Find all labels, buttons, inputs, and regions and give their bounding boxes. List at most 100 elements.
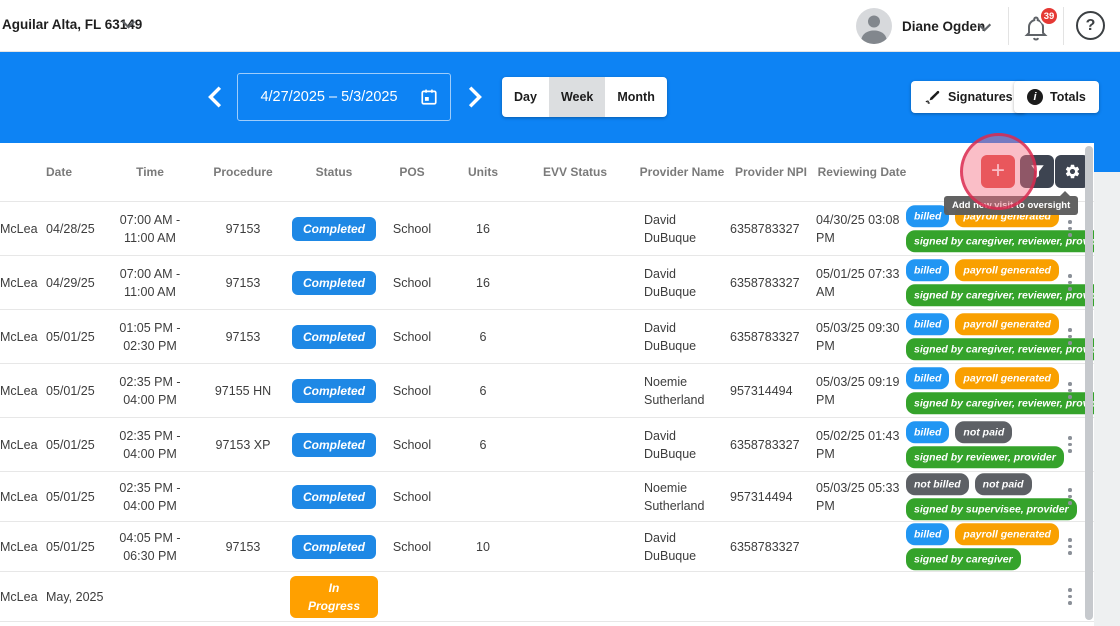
badge-billed: billed (906, 259, 950, 282)
column-header-pos: POS (399, 165, 425, 179)
kebab-dot (1068, 328, 1072, 332)
cell-procedure: 97153 XP (215, 437, 271, 452)
cell-badges: billed payroll generated signed by caregiv… (906, 311, 1116, 363)
cell-status: Completed (290, 324, 378, 349)
chevron-down-icon[interactable] (976, 19, 993, 41)
cell-date: 05/01/25 (46, 383, 95, 398)
column-header-status: Status (315, 165, 353, 179)
kebab-dot (1068, 395, 1072, 399)
column-header-date: Date (46, 165, 73, 179)
kebab-dot (1068, 388, 1072, 393)
right-gutter (1094, 172, 1120, 626)
time-line: 11:00 AM (124, 230, 176, 245)
kebab-dot (1068, 334, 1072, 339)
cell-units: 6 (479, 329, 487, 344)
kebab-dot (1068, 287, 1072, 291)
cell-procedure: 97153 (225, 275, 261, 290)
cell-reviewing-date: 05/01/25 07:33 AM (816, 265, 910, 301)
table-row: McLean May, 2025 In Progress (0, 572, 1094, 622)
kebab-dot (1068, 601, 1072, 605)
cell-client-name: McLean (0, 539, 38, 554)
cell-status: Completed (290, 216, 378, 241)
table-row: McLean 04/29/25 07:00 AM - 11:00 AM 97153 Com… (0, 256, 1116, 310)
time-line: 07:00 AM - (119, 212, 181, 227)
user-menu-label[interactable]: Diane Ogden (902, 19, 985, 34)
table-body: McLean 04/28/25 07:00 AM - 11:00 AM 97153 Com… (0, 202, 1116, 622)
time-line: 11:00 AM (124, 284, 176, 299)
row-menu-button[interactable] (1058, 432, 1082, 458)
filter-button[interactable] (1020, 155, 1054, 188)
badge-line: signed by caregiver, reviewer, provider (906, 229, 1116, 252)
badge-billed: billed (906, 313, 950, 336)
badge-line: billed payroll generated (906, 523, 1059, 546)
view-toggle-month[interactable]: Month (605, 77, 666, 117)
previous-week-button[interactable] (206, 83, 226, 111)
totals-button[interactable]: i Totals (1014, 81, 1099, 113)
calendar-icon (420, 88, 438, 106)
cell-pos: School (392, 489, 432, 504)
cell-reviewing-date: 05/02/25 01:43 PM (816, 427, 910, 463)
add-visit-button[interactable]: + (981, 155, 1015, 188)
badge-line: billed payroll generated (906, 313, 1059, 336)
row-menu-button[interactable] (1058, 484, 1082, 510)
reviewing-date-line: 05/03/25 09:19 (816, 374, 900, 389)
help-button[interactable]: ? (1076, 11, 1105, 40)
settings-button[interactable] (1055, 155, 1089, 188)
cell-client-name: McLean (0, 489, 38, 504)
tooltip-caret (1060, 191, 1071, 196)
row-menu-button[interactable] (1058, 378, 1082, 404)
kebab-dot (1068, 226, 1072, 231)
notifications-button[interactable]: 39 (1020, 6, 1060, 43)
cell-provider-name: David DuBuque (644, 266, 697, 299)
kebab-dot (1068, 436, 1072, 440)
time-line: 04:00 PM (123, 498, 177, 513)
view-toggle-week[interactable]: Week (548, 77, 606, 117)
info-icon: i (1027, 89, 1043, 105)
badge-billed: billed (906, 205, 950, 228)
badge-not-paid: not paid (955, 421, 1013, 444)
cell-status: Completed (290, 432, 378, 457)
cell-status: Completed (290, 534, 378, 559)
row-menu-button[interactable] (1058, 216, 1082, 242)
avatar[interactable] (856, 8, 892, 44)
cell-client-name: McLean (0, 221, 38, 236)
date-range-picker[interactable]: 4/27/2025 – 5/3/2025 (237, 73, 451, 121)
row-menu-button[interactable] (1058, 324, 1082, 350)
cell-client-name: McLean (0, 275, 38, 290)
signatures-button[interactable]: Signatures (911, 81, 1026, 113)
cell-reviewing-date: 04/30/25 03:08 PM (816, 211, 910, 247)
kebab-dot (1068, 551, 1072, 555)
time-line: 06:30 PM (123, 548, 177, 563)
view-toggle-day[interactable]: Day (502, 77, 549, 117)
cell-badges: billed payroll generated signed by caregiv… (906, 257, 1116, 309)
table-row: McLean 05/01/25 04:05 PM - 06:30 PM 97153 Com… (0, 522, 1094, 572)
cell-date: 05/01/25 (46, 437, 95, 452)
kebab-dot (1068, 233, 1072, 237)
next-week-button[interactable] (467, 83, 487, 111)
kebab-dot (1068, 280, 1072, 285)
cell-provider-npi: 6358783327 (730, 275, 800, 290)
cell-date: 04/29/25 (46, 275, 95, 290)
cell-provider-npi: 6358783327 (730, 329, 800, 344)
signatures-label: Signatures (948, 90, 1013, 104)
cell-pos: School (392, 275, 432, 290)
cell-time: 02:35 PM - 04:00 PM (104, 373, 196, 409)
badge-billed: billed (906, 367, 950, 390)
row-menu-button[interactable] (1058, 534, 1082, 560)
row-menu-button[interactable] (1058, 584, 1082, 610)
cell-reviewing-date: 05/03/25 09:30 PM (816, 319, 910, 355)
column-header-provider-npi: Provider NPI (734, 165, 808, 179)
time-line: 02:35 PM - (119, 428, 181, 443)
cell-reviewing-date: 05/03/25 09:19 PM (816, 373, 910, 409)
row-menu-button[interactable] (1058, 270, 1082, 296)
badge-signed-by-reviewer-provider: signed by reviewer, provider (906, 445, 1064, 468)
badge-line: billed not paid (906, 421, 1058, 444)
column-header-evv-status: EVV Status (542, 165, 608, 179)
chevron-down-icon[interactable] (120, 16, 137, 38)
badge-line: billed payroll generated (906, 259, 1059, 282)
kebab-dot (1068, 449, 1072, 453)
cell-date: May, 2025 (46, 589, 104, 604)
vertical-scrollbar[interactable] (1085, 146, 1093, 620)
reviewing-date-line: PM (816, 498, 835, 513)
cell-provider-npi: 6358783327 (730, 437, 800, 452)
